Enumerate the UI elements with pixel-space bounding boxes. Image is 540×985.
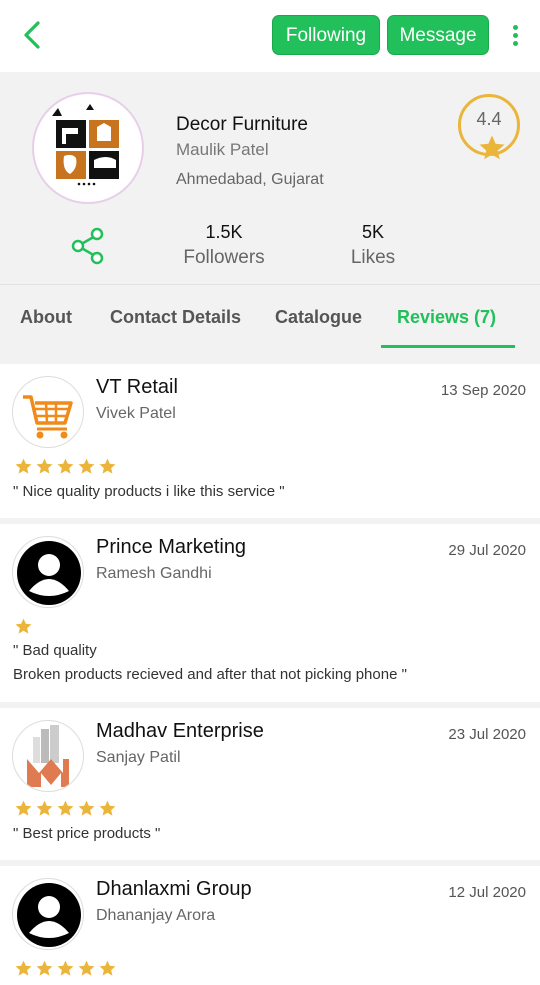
rating-value: 4.4 [476, 109, 502, 129]
review-stars [14, 617, 35, 637]
more-options-icon[interactable] [505, 22, 525, 50]
review-card[interactable]: Madhav Enterprise Sanjay Patil 23 Jul 20… [0, 708, 540, 860]
star-icon [57, 960, 74, 976]
star-icon [57, 800, 74, 816]
top-bar: Following Message [0, 0, 540, 72]
star-icon [15, 960, 32, 976]
review-date: 12 Jul 2020 [448, 884, 526, 901]
message-button[interactable]: Message [387, 15, 489, 55]
tab-contact-details[interactable]: Contact Details [110, 307, 241, 328]
reviewer-business: Prince Marketing [96, 536, 247, 558]
review-card[interactable]: VT Retail Vivek Patel 13 Sep 2020 " Nice… [0, 364, 540, 518]
star-icon [15, 618, 32, 634]
reviewer-name: Vivek Patel [96, 405, 176, 422]
likes-stat[interactable]: 5K Likes [330, 222, 416, 269]
star-icon [78, 458, 95, 474]
star-icon [99, 458, 116, 474]
likes-label: Likes [350, 247, 396, 268]
review-text: " Best price products " [13, 825, 161, 842]
star-icon [57, 458, 74, 474]
review-date: 13 Sep 2020 [440, 382, 526, 399]
share-icon[interactable] [70, 226, 106, 266]
review-stars [14, 959, 119, 979]
review-text: " Nice quality products i like this serv… [13, 483, 285, 500]
review-card[interactable]: Prince Marketing Ramesh Gandhi 29 Jul 20… [0, 524, 540, 702]
star-icon [479, 135, 505, 160]
followers-count: 1.5K [205, 222, 243, 242]
reviewer-business: Madhav Enterprise [96, 720, 264, 742]
following-button[interactable]: Following [272, 15, 380, 55]
business-name: Decor Furniture [176, 114, 308, 135]
star-icon [78, 960, 95, 976]
star-icon [99, 800, 116, 816]
star-icon [99, 960, 116, 976]
review-card[interactable]: Dhanlaxmi Group Dhananjay Arora 12 Jul 2… [0, 866, 540, 985]
review-stars [14, 799, 119, 819]
profile-tabs: About Contact Details Catalogue Reviews … [0, 284, 540, 364]
active-tab-indicator [381, 345, 515, 348]
user-icon [12, 536, 84, 608]
star-icon [36, 458, 53, 474]
business-location: Ahmedabad, Gujarat [176, 171, 324, 188]
business-logo [32, 92, 144, 204]
building-logo-icon [12, 720, 84, 792]
review-text: " Bad quality Broken products recieved a… [13, 642, 407, 683]
shopping-cart-icon [12, 376, 84, 448]
reviewer-business: Dhanlaxmi Group [96, 878, 252, 900]
tab-catalogue[interactable]: Catalogue [275, 307, 362, 328]
star-icon [36, 960, 53, 976]
followers-label: Followers [183, 247, 265, 268]
reviewer-name: Dhananjay Arora [96, 907, 216, 924]
reviewer-name: Ramesh Gandhi [96, 565, 212, 582]
tab-about[interactable]: About [20, 307, 72, 328]
reviewer-business: VT Retail [96, 376, 178, 398]
tab-reviews[interactable]: Reviews (7) [397, 307, 496, 328]
review-stars [14, 457, 119, 477]
review-date: 29 Jul 2020 [448, 542, 526, 559]
star-icon [15, 458, 32, 474]
likes-count: 5K [361, 222, 385, 242]
review-date: 23 Jul 2020 [448, 726, 526, 743]
rating-badge: 4.4 [458, 94, 520, 160]
followers-stat[interactable]: 1.5K Followers [170, 222, 278, 269]
profile-header: Decor Furniture Maulik Patel Ahmedabad, … [0, 72, 540, 284]
user-icon [12, 878, 84, 950]
owner-name: Maulik Patel [176, 140, 269, 159]
back-arrow-icon[interactable] [18, 18, 48, 52]
star-icon [36, 800, 53, 816]
reviewer-name: Sanjay Patil [96, 749, 181, 766]
star-icon [15, 800, 32, 816]
star-icon [78, 800, 95, 816]
